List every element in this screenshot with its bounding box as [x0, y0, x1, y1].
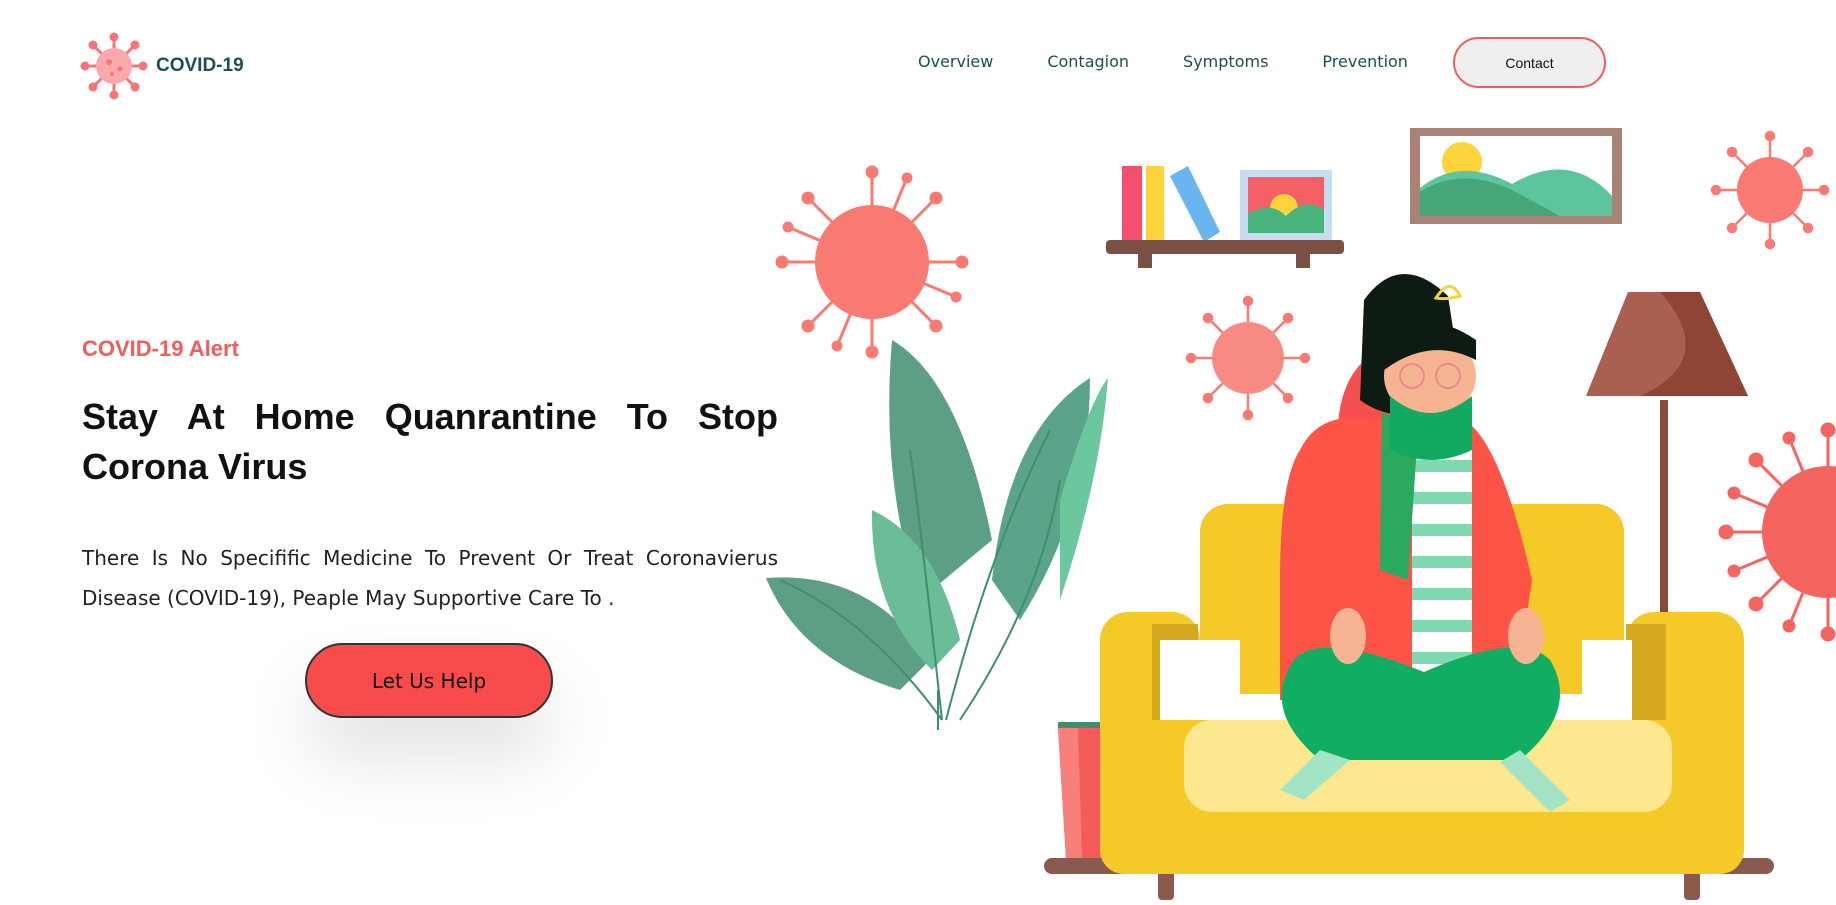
virus-icon: [80, 32, 148, 100]
virus-top-right-icon: [1710, 130, 1830, 250]
hero-description: There Is No Specifific Medicine To Preve…: [82, 546, 778, 610]
let-us-help-button[interactable]: Let Us Help: [305, 643, 553, 718]
alert-label: COVID-19 Alert: [82, 336, 239, 361]
nav-prevention[interactable]: Prevention: [1322, 52, 1408, 71]
nav-overview[interactable]: Overview: [918, 52, 993, 71]
nav-symptoms[interactable]: Symptoms: [1183, 52, 1268, 71]
quarantine-illustration: [766, 128, 1836, 900]
virus-right-edge-icon: [1718, 422, 1836, 642]
nav-contagion[interactable]: Contagion: [1047, 52, 1129, 71]
brand-logo[interactable]: COVID-19: [80, 32, 244, 100]
brand-name: COVID-19: [156, 55, 244, 76]
wall-picture: [1410, 128, 1622, 224]
contact-button[interactable]: Contact: [1453, 37, 1606, 88]
book-shelf: [1106, 166, 1344, 268]
virus-left-icon: [775, 165, 969, 359]
main-nav: Overview Contagion Symptoms Prevention: [918, 52, 1462, 71]
page-title: Stay At Home Quanrantine To Stop Corona …: [82, 396, 778, 487]
virus-mid-icon: [1185, 295, 1311, 421]
